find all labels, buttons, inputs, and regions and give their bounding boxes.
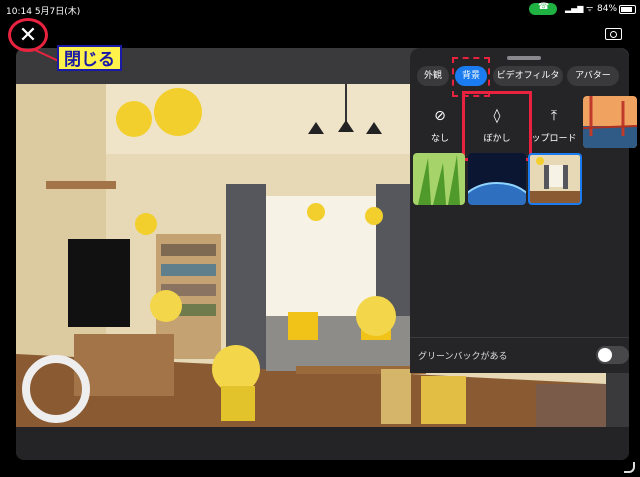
green-screen-label: グリーンバックがある [418,352,508,362]
blur-highlight-annotation [462,91,532,161]
thumbnail-earth[interactable] [468,153,526,205]
status-time: 10:14 5月7日(木) [6,7,81,17]
tab-avatar[interactable]: アバター [567,66,619,86]
tab-video-filter[interactable]: ビデオフィルタ [493,66,563,86]
active-call-indicator[interactable] [529,2,557,15]
battery-icon [619,5,636,14]
close-icon: ✕ [18,22,38,48]
signal-icon: ▂▄▆ ᯤ [565,4,594,13]
status-bar: 10:14 5月7日(木) ▂▄▆ ᯤ 84% [0,0,640,18]
background-filter-panel: 外観 背景 ビデオフィルタ アバター ⊘ なし ◊ ぼかし ⤒ ップロード グリ… [410,48,637,373]
panel-grabber[interactable] [507,56,541,60]
bottom-toolbar [16,427,629,460]
upload-icon: ⤒ [550,108,558,124]
green-screen-toggle[interactable] [596,346,629,364]
close-annotation-label: 閉じる [57,45,122,71]
green-screen-row: グリーンバックがある [410,337,629,372]
option-none[interactable]: ⊘ なし [412,97,468,155]
battery-percent: 84% [597,4,618,14]
option-upload[interactable]: ⤒ ップロード [526,97,582,155]
switch-camera-button[interactable] [603,24,623,42]
thumbnail-grass[interactable] [413,153,465,205]
thumbnail-living-room[interactable] [528,153,582,205]
resize-icon[interactable] [624,462,635,473]
close-button[interactable]: ✕ [8,18,48,52]
none-icon: ⊘ [434,108,446,124]
thumbnail-golden-gate[interactable] [583,96,637,148]
tab-appearance[interactable]: 外観 [417,66,449,86]
